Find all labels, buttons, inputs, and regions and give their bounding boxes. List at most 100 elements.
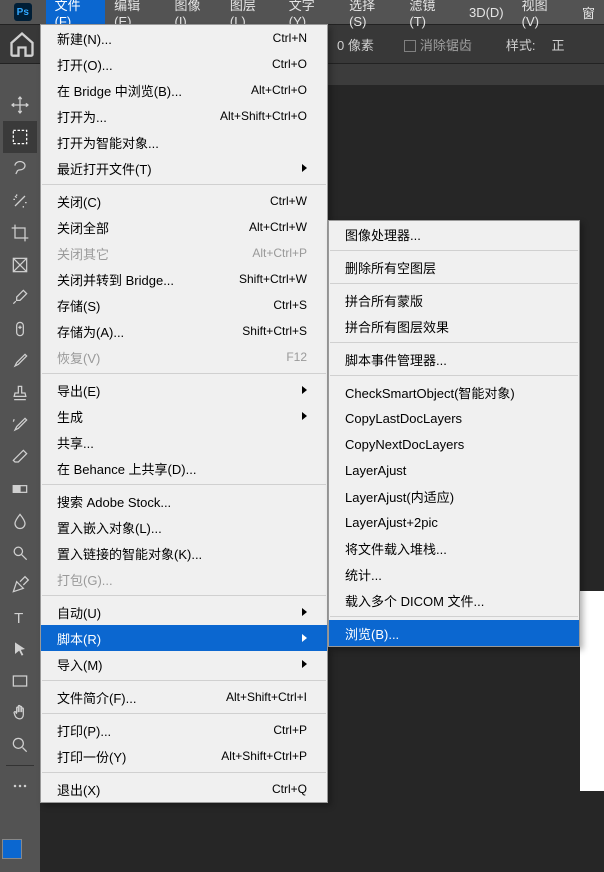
- frame-tool[interactable]: [3, 249, 37, 281]
- antialias-label: 消除锯齿: [420, 38, 472, 53]
- style-value[interactable]: 正: [551, 35, 564, 54]
- zoom-tool[interactable]: [3, 729, 37, 761]
- blur-tool[interactable]: [3, 505, 37, 537]
- file-menu-item[interactable]: 打开(O)...Ctrl+O: [41, 51, 327, 77]
- brush-tool[interactable]: [3, 345, 37, 377]
- checkbox-icon[interactable]: [404, 40, 416, 52]
- scripts-menu-item-label: 拼合所有蒙版: [345, 291, 559, 310]
- marquee-tool[interactable]: [3, 121, 37, 153]
- file-menu-item[interactable]: 在 Bridge 中浏览(B)...Alt+Ctrl+O: [41, 77, 327, 103]
- file-menu-item-label: 关闭(C): [57, 192, 270, 211]
- history-brush-tool[interactable]: [3, 409, 37, 441]
- file-menu-item[interactable]: 生成: [41, 403, 327, 429]
- file-menu-item[interactable]: 新建(N)...Ctrl+N: [41, 25, 327, 51]
- file-menu-item[interactable]: 打开为智能对象...: [41, 129, 327, 155]
- file-menu-item[interactable]: 打印一份(Y)Alt+Shift+Ctrl+P: [41, 743, 327, 769]
- menu-select[interactable]: 选择(S): [340, 0, 400, 32]
- file-menu-item[interactable]: 导入(M): [41, 651, 327, 677]
- rectangle-tool[interactable]: [3, 665, 37, 697]
- file-menu-item-label: 在 Behance 上共享(D)...: [57, 459, 307, 478]
- move-tool[interactable]: [3, 89, 37, 121]
- scripts-menu-item[interactable]: CheckSmartObject(智能对象): [329, 379, 579, 405]
- file-menu-item[interactable]: 搜索 Adobe Stock...: [41, 488, 327, 514]
- file-menu-item-label: 退出(X): [57, 780, 272, 799]
- file-menu-item[interactable]: 置入链接的智能对象(K)...: [41, 540, 327, 566]
- tools-divider: [6, 765, 34, 766]
- pen-tool[interactable]: [3, 569, 37, 601]
- scripts-menu-item[interactable]: 脚本事件管理器...: [329, 346, 579, 372]
- file-menu-item[interactable]: 退出(X)Ctrl+Q: [41, 776, 327, 802]
- scripts-menu-item[interactable]: 将文件载入堆栈...: [329, 535, 579, 561]
- menu-3d[interactable]: 3D(D): [460, 2, 513, 23]
- scripts-menu-item[interactable]: 浏览(B)...: [329, 620, 579, 646]
- magic-wand-tool[interactable]: [3, 185, 37, 217]
- menu-filter[interactable]: 滤镜(T): [400, 0, 460, 32]
- file-menu-item[interactable]: 打开为...Alt+Shift+Ctrl+O: [41, 103, 327, 129]
- file-menu-shortcut: Shift+Ctrl+S: [242, 324, 307, 338]
- menu-view[interactable]: 视图(V): [513, 0, 573, 32]
- submenu-arrow-icon: [302, 660, 307, 668]
- scripts-menu-item[interactable]: 图像处理器...: [329, 221, 579, 247]
- file-menu-item[interactable]: 打印(P)...Ctrl+P: [41, 717, 327, 743]
- scripts-menu-item-label: 载入多个 DICOM 文件...: [345, 591, 559, 610]
- file-menu-item[interactable]: 共享...: [41, 429, 327, 455]
- file-menu-item[interactable]: 自动(U): [41, 599, 327, 625]
- scripts-menu-item[interactable]: LayerAjust: [329, 457, 579, 483]
- foreground-color[interactable]: [2, 839, 22, 859]
- submenu-arrow-icon: [302, 634, 307, 642]
- healing-tool[interactable]: [3, 313, 37, 345]
- file-menu-item-label: 在 Bridge 中浏览(B)...: [57, 81, 251, 100]
- app-logo: Ps: [14, 3, 32, 21]
- scripts-menu-item[interactable]: 删除所有空图层: [329, 254, 579, 280]
- file-menu-item[interactable]: 存储为(A)...Shift+Ctrl+S: [41, 318, 327, 344]
- menubar: Ps 文件(F) 编辑(E) 图像(I) 图层(L) 文字(Y) 选择(S) 滤…: [0, 0, 604, 24]
- eyedropper-tool[interactable]: [3, 281, 37, 313]
- crop-tool[interactable]: [3, 217, 37, 249]
- color-swatches[interactable]: [2, 839, 38, 869]
- stamp-tool[interactable]: [3, 377, 37, 409]
- file-menu-item[interactable]: 存储(S)Ctrl+S: [41, 292, 327, 318]
- menu-window[interactable]: 窗: [573, 0, 604, 25]
- file-menu-item[interactable]: 文件简介(F)...Alt+Shift+Ctrl+I: [41, 684, 327, 710]
- file-menu-item[interactable]: 最近打开文件(T): [41, 155, 327, 181]
- scripts-menu-item-label: 将文件载入堆栈...: [345, 539, 559, 558]
- scripts-menu-item[interactable]: 拼合所有蒙版: [329, 287, 579, 313]
- file-menu-item: 关闭其它Alt+Ctrl+P: [41, 240, 327, 266]
- scripts-menu-item-label: 统计...: [345, 565, 559, 584]
- scripts-menu-item-label: 拼合所有图层效果: [345, 317, 559, 336]
- file-menu-item-label: 脚本(R): [57, 629, 302, 648]
- file-menu-item-label: 搜索 Adobe Stock...: [57, 492, 307, 511]
- home-icon[interactable]: [8, 30, 36, 58]
- file-menu-item[interactable]: 脚本(R): [41, 625, 327, 651]
- style-label: 样式:: [506, 35, 536, 54]
- scripts-menu-item[interactable]: 统计...: [329, 561, 579, 587]
- eraser-tool[interactable]: [3, 441, 37, 473]
- scripts-menu-item[interactable]: LayerAjust+2pic: [329, 509, 579, 535]
- scripts-menu-item[interactable]: CopyNextDocLayers: [329, 431, 579, 457]
- file-menu-item[interactable]: 导出(E): [41, 377, 327, 403]
- hand-tool[interactable]: [3, 697, 37, 729]
- path-select-tool[interactable]: [3, 633, 37, 665]
- antialias-option[interactable]: 消除锯齿: [404, 35, 472, 54]
- type-tool[interactable]: T: [3, 601, 37, 633]
- file-menu-item[interactable]: 在 Behance 上共享(D)...: [41, 455, 327, 481]
- edit-toolbar[interactable]: [3, 770, 37, 802]
- file-menu-item[interactable]: 关闭全部Alt+Ctrl+W: [41, 214, 327, 240]
- file-menu-item[interactable]: 置入嵌入对象(L)...: [41, 514, 327, 540]
- dodge-tool[interactable]: [3, 537, 37, 569]
- file-menu-shortcut: Ctrl+Q: [272, 782, 307, 796]
- file-menu-item[interactable]: 关闭(C)Ctrl+W: [41, 188, 327, 214]
- file-menu-item-label: 置入嵌入对象(L)...: [57, 518, 307, 537]
- scripts-menu-item[interactable]: 拼合所有图层效果: [329, 313, 579, 339]
- file-menu-item-label: 打印(P)...: [57, 721, 273, 740]
- file-menu-item[interactable]: 关闭并转到 Bridge...Shift+Ctrl+W: [41, 266, 327, 292]
- scripts-menu-separator: [330, 250, 578, 251]
- file-menu-item-label: 新建(N)...: [57, 29, 273, 48]
- lasso-tool[interactable]: [3, 153, 37, 185]
- scripts-menu-item[interactable]: 载入多个 DICOM 文件...: [329, 587, 579, 613]
- file-menu-item-label: 打开为智能对象...: [57, 133, 307, 152]
- gradient-tool[interactable]: [3, 473, 37, 505]
- scripts-menu-item[interactable]: LayerAjust(内适应): [329, 483, 579, 509]
- scripts-menu-item[interactable]: CopyLastDocLayers: [329, 405, 579, 431]
- file-menu-separator: [42, 772, 326, 773]
